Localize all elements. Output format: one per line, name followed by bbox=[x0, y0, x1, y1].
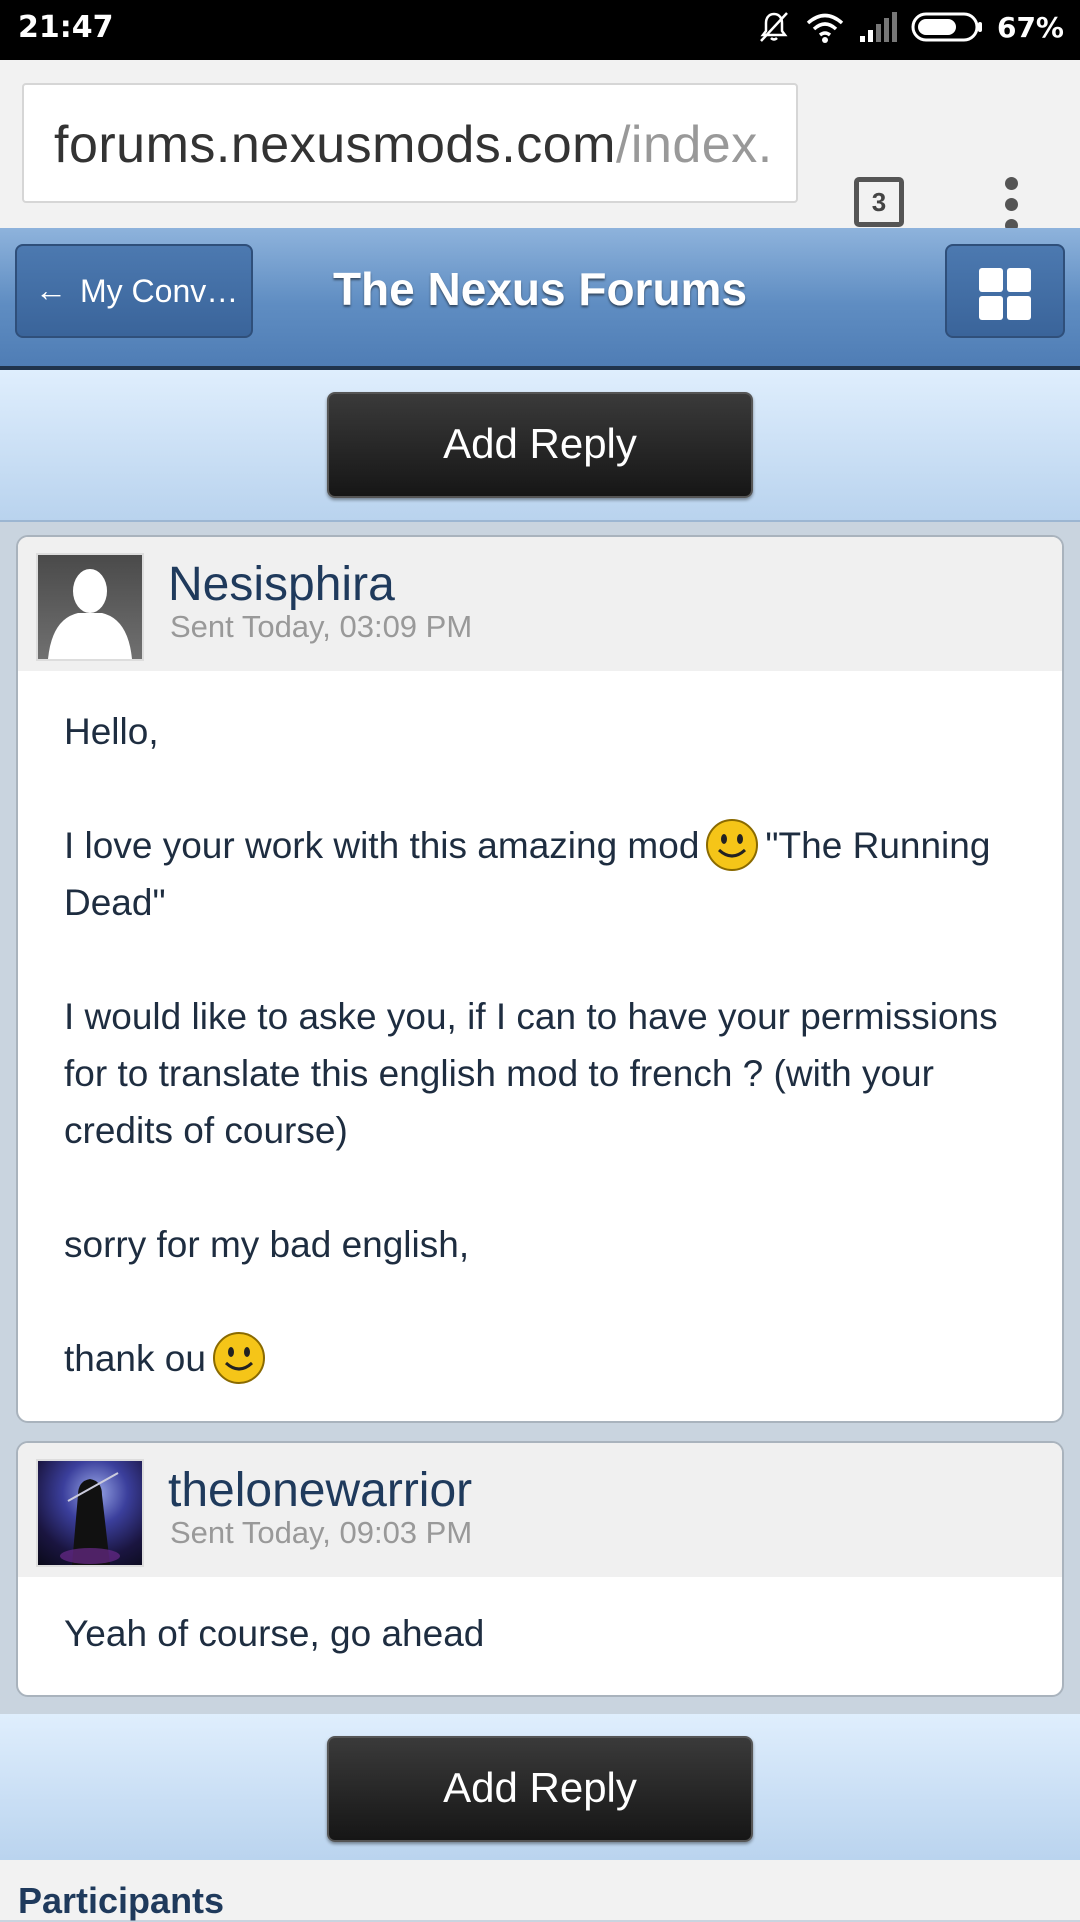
post-paragraph: Hello, bbox=[64, 711, 159, 752]
back-button[interactable]: ← My Conv… bbox=[15, 244, 253, 338]
post-body: Yeah of course, go ahead bbox=[18, 1577, 1062, 1692]
post-paragraph: Yeah of course, go ahead bbox=[64, 1613, 485, 1654]
signal-icon bbox=[859, 12, 897, 42]
browser-toolbar: forums.nexusmods.com/index. 3 bbox=[0, 60, 1080, 232]
post-text: I love your work with this amazing mod bbox=[64, 825, 700, 866]
avatar[interactable] bbox=[36, 553, 144, 661]
smiley-icon bbox=[212, 1332, 265, 1384]
post-header: Nesisphira Sent Today, 03:09 PM bbox=[18, 537, 1062, 671]
default-avatar-icon bbox=[48, 569, 132, 659]
grid-menu-button[interactable] bbox=[945, 244, 1065, 338]
post-paragraph: sorry for my bad english, bbox=[64, 1224, 470, 1265]
post-text: thank ou bbox=[64, 1338, 206, 1379]
participants-heading: Participants bbox=[18, 1880, 225, 1921]
url-host: forums.nexusmods.com bbox=[54, 116, 616, 174]
reaper-avatar-image bbox=[60, 1472, 120, 1565]
avatar[interactable] bbox=[36, 1459, 144, 1567]
post-username[interactable]: thelonewarrior bbox=[168, 1463, 472, 1518]
back-button-label: My Conv… bbox=[80, 273, 239, 309]
battery-icon bbox=[911, 12, 982, 42]
add-reply-button[interactable]: Add Reply bbox=[327, 1736, 753, 1842]
add-reply-button[interactable]: Add Reply bbox=[327, 392, 753, 498]
message-post: thelonewarrior Sent Today, 09:03 PM Yeah… bbox=[16, 1441, 1064, 1697]
url-path: /index. bbox=[615, 116, 773, 174]
forum-header: ← My Conv… The Nexus Forums bbox=[0, 228, 1080, 370]
tab-switcher-button[interactable]: 3 bbox=[854, 177, 904, 227]
participants-section: Participants bbox=[0, 1860, 1080, 1921]
post-paragraph: I would like to aske you, if I can to ha… bbox=[64, 996, 998, 1151]
battery-percent: 67% bbox=[996, 10, 1064, 44]
status-time: 21:47 bbox=[18, 10, 114, 45]
post-timestamp: Sent Today, 09:03 PM bbox=[170, 1515, 473, 1550]
smiley-icon bbox=[706, 819, 759, 871]
status-icons: 67% bbox=[757, 10, 1064, 44]
back-arrow-icon: ← bbox=[35, 272, 67, 308]
post-paragraph: thank ou bbox=[64, 1330, 1016, 1387]
url-text: forums.nexusmods.com/index. bbox=[54, 115, 773, 175]
message-post: Nesisphira Sent Today, 03:09 PM Hello, I… bbox=[16, 535, 1064, 1423]
post-paragraph: I love your work with this amazing mod "T… bbox=[64, 817, 1016, 931]
notifications-off-icon bbox=[760, 12, 788, 42]
post-username[interactable]: Nesisphira bbox=[168, 557, 395, 612]
reply-bar-bottom: Add Reply bbox=[0, 1714, 1080, 1866]
status-bar: 21:47 67% bbox=[0, 0, 1080, 60]
browser-menu-icon[interactable] bbox=[1000, 177, 1024, 233]
reply-bar-top: Add Reply bbox=[0, 370, 1080, 522]
post-timestamp: Sent Today, 03:09 PM bbox=[170, 609, 473, 644]
wifi-icon bbox=[806, 13, 844, 43]
post-body: Hello, I love your work with this amazin… bbox=[18, 671, 1062, 1417]
post-header: thelonewarrior Sent Today, 09:03 PM bbox=[18, 1443, 1062, 1577]
url-field[interactable]: forums.nexusmods.com/index. bbox=[22, 83, 798, 203]
